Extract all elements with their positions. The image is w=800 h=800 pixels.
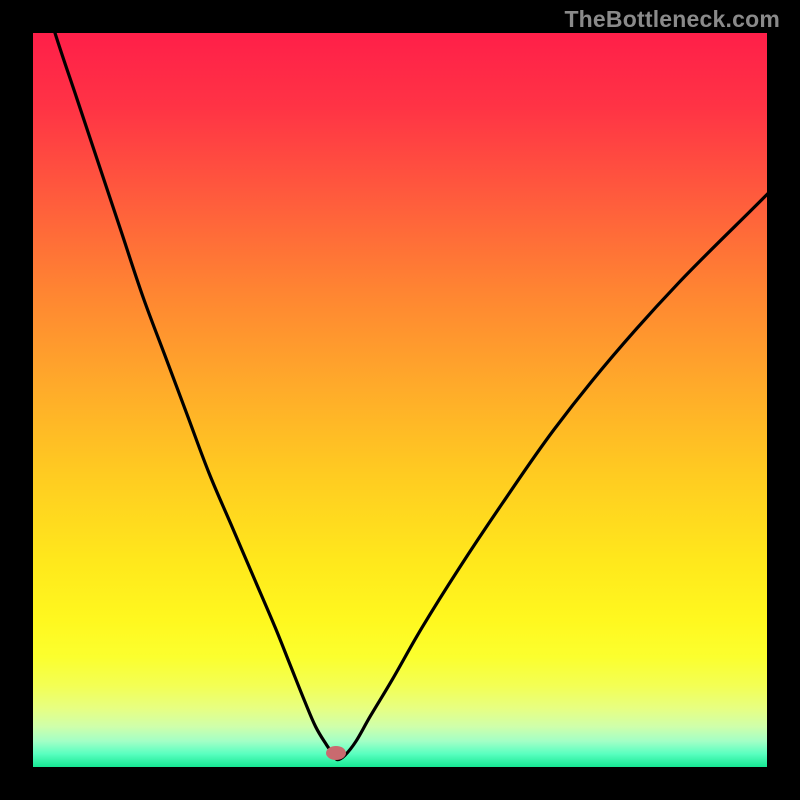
plot-area	[33, 33, 767, 767]
watermark-text: TheBottleneck.com	[564, 6, 780, 33]
background-gradient	[33, 33, 767, 767]
chart-frame: TheBottleneck.com	[0, 0, 800, 800]
